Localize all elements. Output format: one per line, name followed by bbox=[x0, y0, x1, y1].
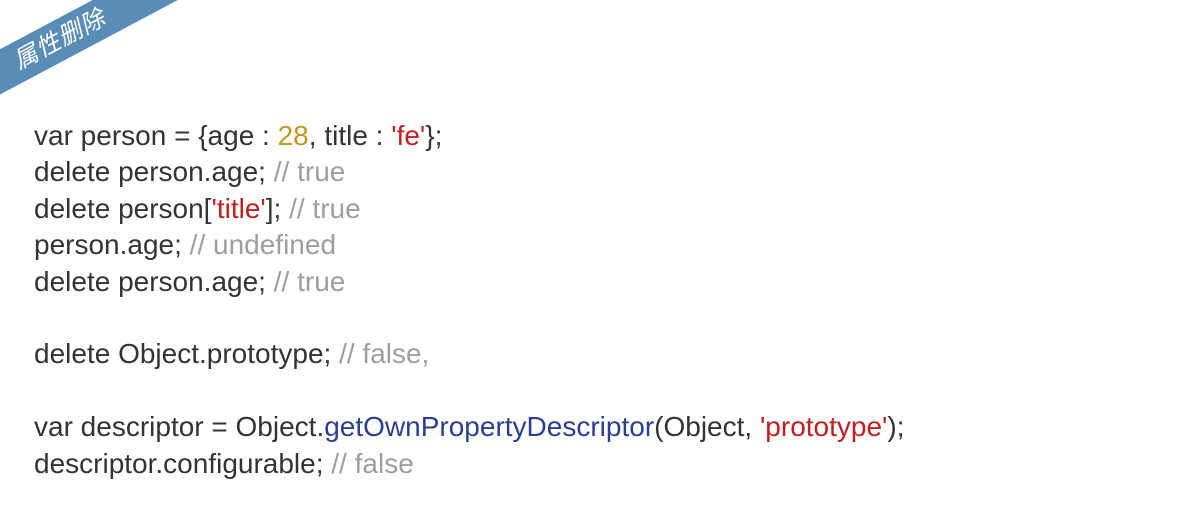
code-param: 'prototype' bbox=[760, 411, 887, 442]
code-text: var person = {age : bbox=[34, 120, 278, 151]
code-text: delete person.age; bbox=[34, 266, 274, 297]
code-comment: // true bbox=[274, 156, 346, 187]
code-function: getOwnPropertyDescriptor bbox=[324, 411, 654, 442]
code-text: descriptor.configurable; bbox=[34, 448, 331, 479]
code-comment: // true bbox=[289, 193, 361, 224]
code-text: ]; bbox=[266, 193, 289, 224]
code-line-3: delete person['title']; // true bbox=[34, 193, 361, 224]
code-string: 'fe' bbox=[391, 120, 425, 151]
code-text: , title : bbox=[309, 120, 391, 151]
code-text: var descriptor = Object. bbox=[34, 411, 324, 442]
code-text: (Object, bbox=[654, 411, 760, 442]
code-comment: // true bbox=[274, 266, 346, 297]
code-text: delete person[ bbox=[34, 193, 211, 224]
code-line-1: var person = {age : 28, title : 'fe'}; bbox=[34, 120, 442, 151]
code-text: }; bbox=[425, 120, 442, 151]
code-text: delete Object.prototype; bbox=[34, 338, 339, 369]
code-line-5: delete person.age; // true bbox=[34, 266, 345, 297]
code-text: person.age; bbox=[34, 229, 190, 260]
code-line-4: person.age; // undefined bbox=[34, 229, 336, 260]
code-number: 28 bbox=[278, 120, 309, 151]
code-line-7: var descriptor = Object.getOwnPropertyDe… bbox=[34, 411, 905, 442]
code-block: var person = {age : 28, title : 'fe'}; d… bbox=[34, 118, 905, 482]
code-text: ); bbox=[887, 411, 904, 442]
code-comment: // false, bbox=[339, 338, 429, 369]
code-line-6: delete Object.prototype; // false, bbox=[34, 338, 429, 369]
code-text: delete person.age; bbox=[34, 156, 274, 187]
ribbon-label: 属性删除 bbox=[0, 0, 184, 119]
code-line-2: delete person.age; // true bbox=[34, 156, 345, 187]
code-string: 'title' bbox=[211, 193, 265, 224]
code-comment: // false bbox=[331, 448, 413, 479]
code-comment: // undefined bbox=[190, 229, 336, 260]
code-line-8: descriptor.configurable; // false bbox=[34, 448, 414, 479]
